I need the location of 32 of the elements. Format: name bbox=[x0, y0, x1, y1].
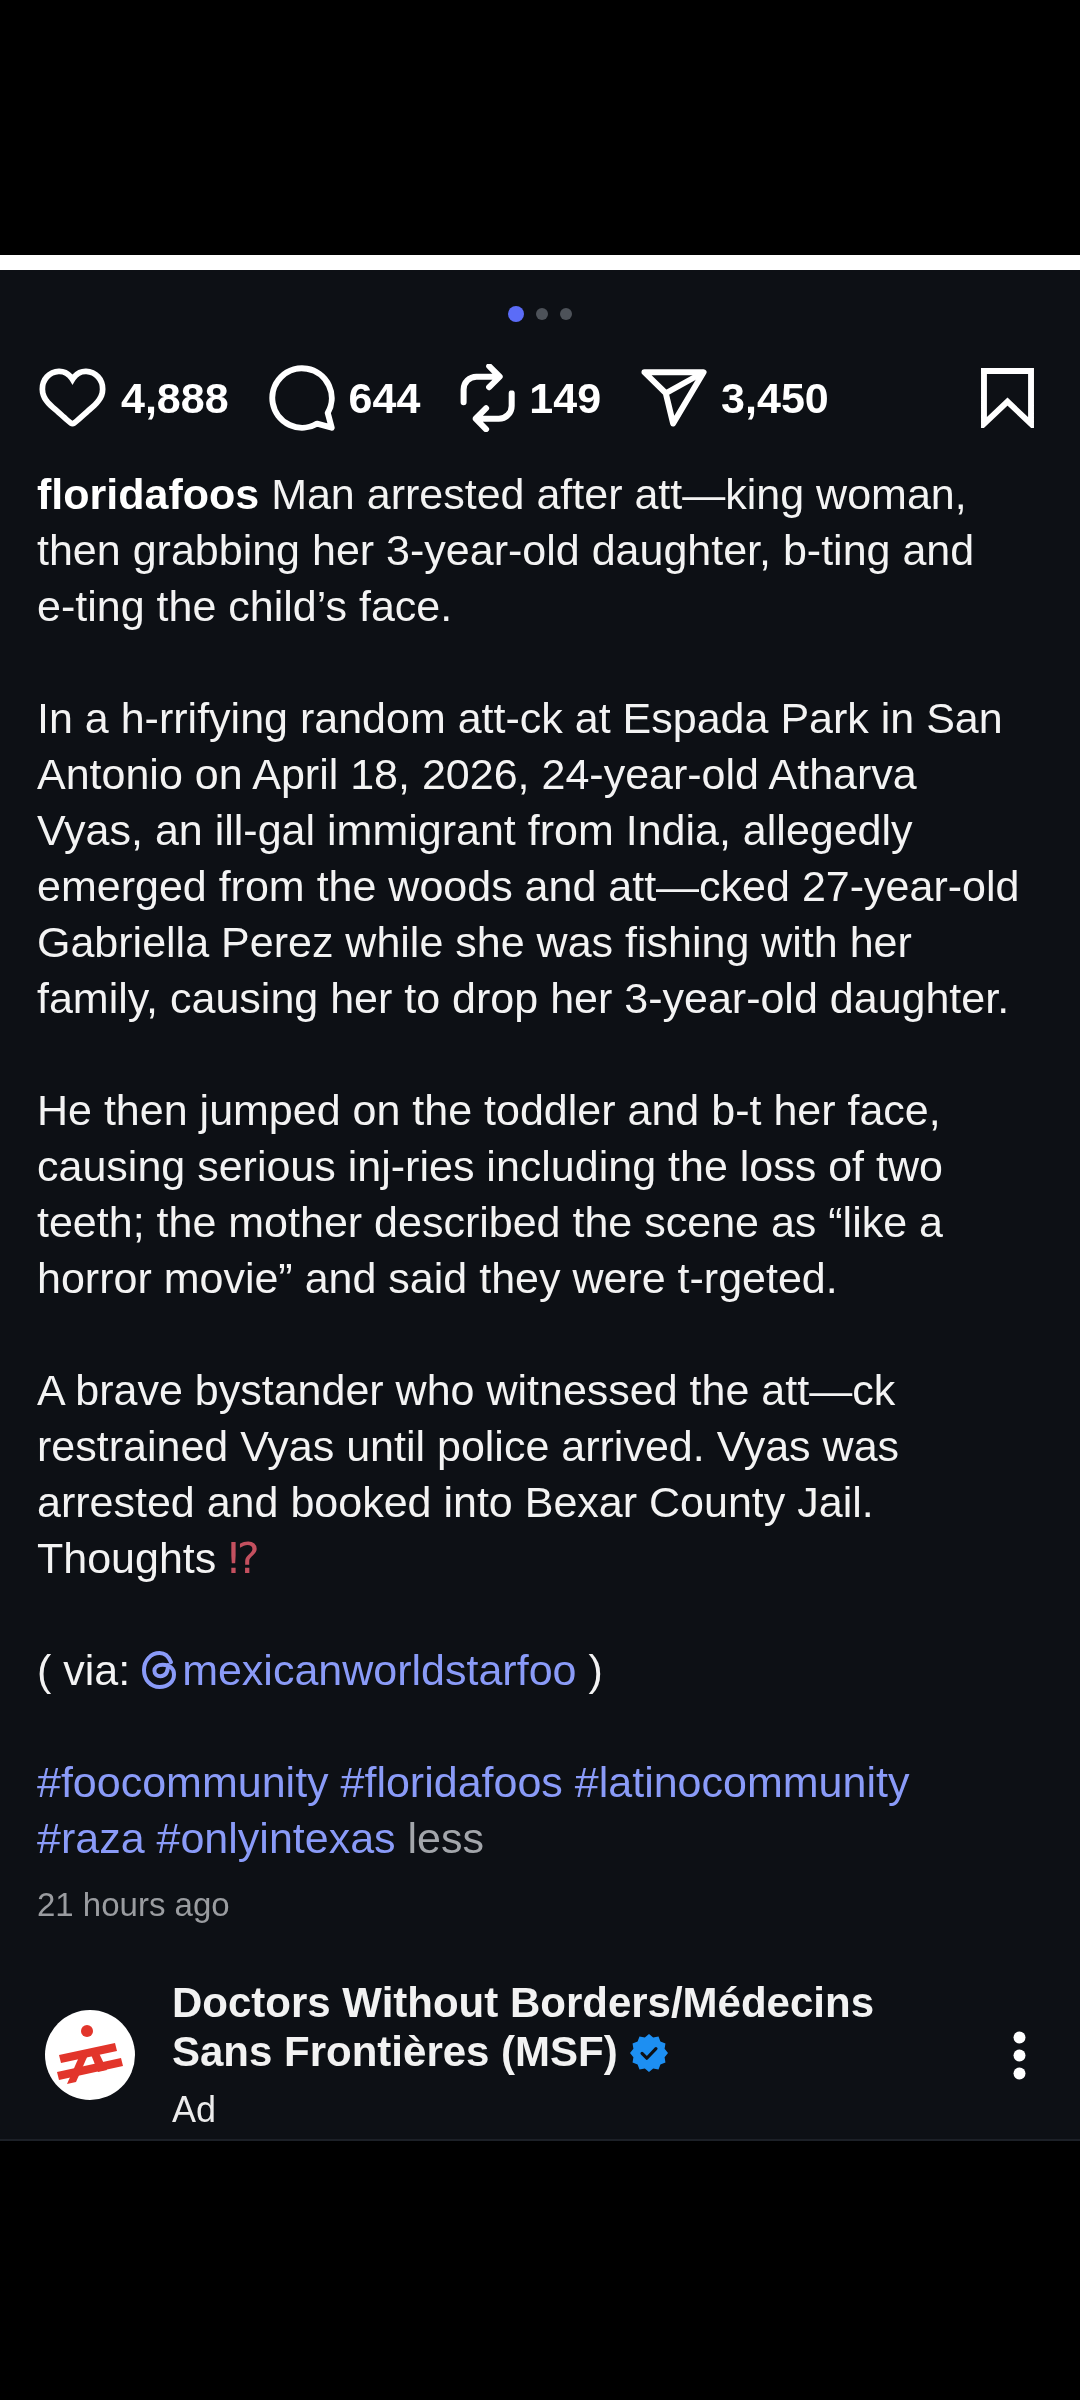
timestamp: 21 hours ago bbox=[37, 1885, 231, 1925]
carousel-dot[interactable] bbox=[536, 308, 548, 320]
carousel-dot[interactable] bbox=[560, 308, 572, 320]
logo-icon bbox=[45, 2010, 135, 2100]
heart-icon bbox=[38, 367, 107, 429]
hashtag-link[interactable]: #latinocommunity bbox=[574, 1758, 910, 1806]
caption-paragraph: A brave bystander who witnessed the att—ck restrained Vyas until police arrived. Vyas was arrested and booked into Bexar County Jail. Thoughts ⁉ bbox=[37, 1365, 901, 1585]
caption-paragraph: In a h-rrifying random att-ck at Espada Park in San Antonio on April 18, 2026, 24-year-old Atharva Vyas, an ill-gal immigrant from India, allegedly emerged from the woods and att—cked 27-year-old Gabriella Perez while she was fishing with her family, causing her to drop her 3-year-old daughter. bbox=[37, 693, 1021, 1024]
speech-bubble-icon bbox=[268, 365, 335, 431]
profile-link[interactable]: mexicanworldstarfoo bbox=[142, 1642, 577, 1698]
comment-button[interactable]: 644 bbox=[268, 365, 421, 431]
more-options-icon[interactable] bbox=[1013, 2030, 1026, 2080]
bookmark-icon[interactable] bbox=[981, 368, 1034, 428]
caption-paragraph: He then jumped on the toddler and b-t her face, causing serious inj-ries including the loss of two teeth; the mother described the scene as “like a horror movie” and said they were t-rgeted. bbox=[37, 1085, 944, 1304]
at-sign-icon bbox=[142, 1651, 179, 1689]
ad-label: Ad bbox=[172, 2088, 218, 2132]
username-link[interactable]: floridafoos bbox=[37, 470, 260, 518]
share-button[interactable]: 3,450 bbox=[641, 369, 829, 427]
hashtag-link[interactable]: #raza bbox=[37, 1814, 145, 1862]
carousel-dot[interactable] bbox=[508, 306, 524, 322]
less-button[interactable]: less bbox=[407, 1810, 484, 1866]
paper-plane-icon bbox=[641, 369, 708, 427]
repost-button[interactable]: 149 bbox=[460, 364, 602, 432]
hashtag-link[interactable]: #floridafoos bbox=[340, 1758, 563, 1806]
caption-paragraph: floridafoos Man arrested after att—king woman, then grabbing her 3-year-old daughter, b-ting and e-ting the child’s face. bbox=[37, 469, 976, 632]
hashtag-link[interactable]: #onlyintexas bbox=[156, 1814, 396, 1862]
advertiser-name-link[interactable]: Doctors Without Borders/Médecins Sans Frontières (MSF) bbox=[172, 1978, 932, 2076]
interrobang-emoji-icon: ⁉ bbox=[228, 1533, 260, 1583]
repeat-arrows-icon bbox=[460, 364, 516, 432]
source-credit: ( via: mexicanworldstarfoo ) bbox=[37, 1642, 1027, 1698]
like-button[interactable]: 4,888 bbox=[38, 367, 229, 429]
hashtag-link[interactable]: #foocommunity bbox=[37, 1758, 329, 1806]
